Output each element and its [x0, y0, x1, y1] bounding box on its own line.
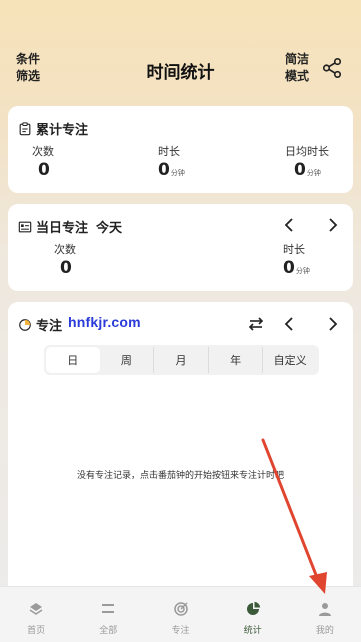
focus-distribution-card: 专注 hnfkjr.com 日 周 月 年 自定义 没有专注记录，点击番茄钟的开…: [8, 302, 353, 586]
today-card: 当日专注 今天 次数 0 时长 0分钟: [8, 204, 353, 291]
mode-label-line1: 简洁: [285, 52, 310, 66]
layers-icon: [29, 603, 43, 615]
distribution-prev-button[interactable]: [282, 316, 298, 332]
cumulative-card: 累计专注 次数 0 时长 0分钟 日均时长 0分钟: [8, 106, 353, 193]
cumulative-title-text: 累计专注: [36, 123, 89, 138]
tab-month[interactable]: 月: [154, 347, 209, 373]
tab-focus[interactable]: 专注: [144, 587, 216, 642]
cumulative-daily-value: 0: [294, 160, 306, 180]
cumulative-duration-unit: 分钟: [170, 169, 185, 177]
tab-day[interactable]: 日: [46, 347, 100, 373]
target-icon: [173, 602, 188, 616]
tab-mine-label: 我的: [315, 626, 334, 636]
tab-year[interactable]: 年: [209, 347, 264, 373]
today-title-text: 当日专注: [36, 221, 89, 236]
today-duration-unit: 分钟: [295, 267, 310, 275]
today-date-label: 今天: [96, 221, 123, 236]
mode-toggle-button[interactable]: 简洁 模式: [285, 51, 311, 85]
cumulative-duration-value: 0: [158, 160, 170, 180]
today-count-value: 0: [60, 258, 72, 278]
cumulative-daily-label: 日均时长: [285, 145, 329, 158]
distribution-card-title: 专注: [18, 315, 62, 334]
mode-label-line2: 模式: [285, 69, 310, 83]
header: 条件 筛选 时间统计 简洁 模式: [0, 0, 361, 100]
swap-icon[interactable]: [248, 316, 264, 332]
cumulative-card-title: 累计专注: [18, 119, 88, 138]
tab-focus-label: 专注: [171, 626, 190, 636]
clipboard-icon: [19, 121, 31, 135]
today-prev-button[interactable]: [282, 217, 298, 233]
pie-icon: [19, 318, 31, 331]
empty-state-message: 没有专注记录，点击番茄钟的开始按钮来专注计时吧: [76, 471, 284, 481]
distribution-title-text: 专注: [36, 319, 63, 334]
tab-all[interactable]: 全部: [72, 587, 144, 642]
cumulative-daily-unit: 分钟: [306, 169, 321, 177]
cumulative-daily: 0分钟: [294, 160, 321, 180]
person-icon: [318, 603, 331, 616]
cumulative-duration: 0分钟: [158, 160, 185, 180]
tab-mine[interactable]: 我的: [289, 587, 361, 642]
tab-custom[interactable]: 自定义: [263, 347, 317, 373]
pie-chart-icon: [246, 601, 260, 615]
today-count-label: 次数: [54, 243, 76, 256]
cumulative-count-label: 次数: [32, 145, 54, 158]
today-duration-label: 时长: [283, 243, 305, 256]
bottom-tab-bar: 首页 全部 专注 统计 我的: [0, 586, 361, 642]
tab-stats[interactable]: 统计: [217, 587, 289, 642]
calendar-list-icon: [18, 221, 32, 232]
today-duration: 0分钟: [283, 258, 310, 278]
tab-home-label: 首页: [27, 626, 46, 636]
share-icon[interactable]: [321, 57, 343, 79]
cumulative-duration-label: 时长: [158, 145, 180, 158]
today-card-title: 当日专注 今天: [18, 217, 122, 236]
watermark-text: hnfkjr.com: [68, 314, 141, 330]
period-segmented-control: 日 周 月 年 自定义: [44, 345, 319, 375]
today-duration-value: 0: [283, 258, 295, 278]
tab-week[interactable]: 周: [100, 347, 155, 373]
today-next-button[interactable]: [324, 217, 340, 233]
tab-stats-label: 统计: [243, 626, 262, 636]
cumulative-count-value: 0: [38, 160, 50, 180]
distribution-next-button[interactable]: [324, 316, 340, 332]
tab-all-label: 全部: [99, 626, 118, 636]
list-icon: [102, 604, 115, 613]
tab-home[interactable]: 首页: [0, 587, 72, 642]
